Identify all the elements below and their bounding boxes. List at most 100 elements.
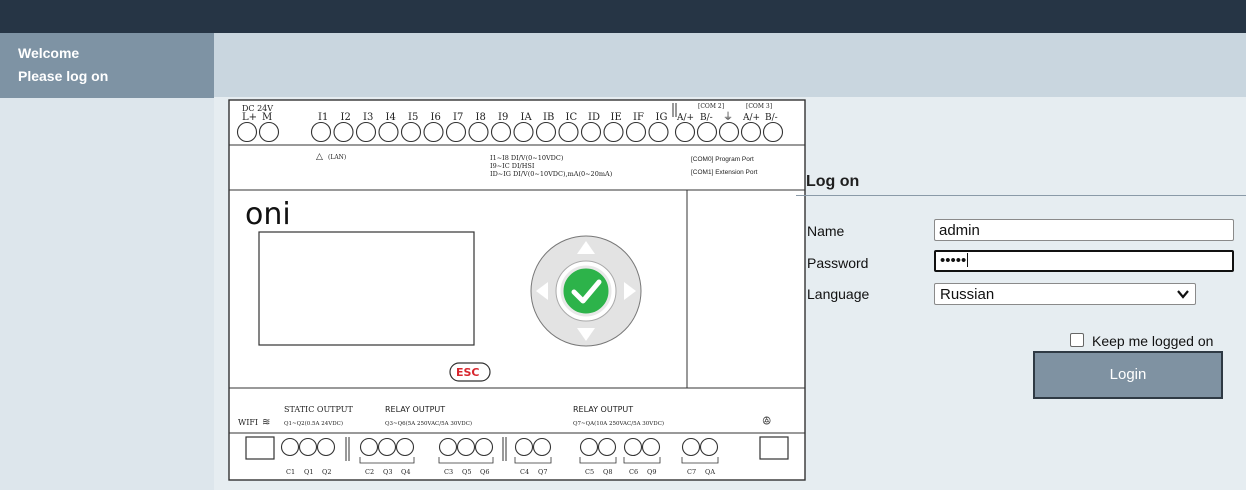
terminal-screw-icon <box>740 121 762 143</box>
terminal-screw-icon <box>513 121 534 143</box>
input-terminal-label: I4 <box>386 112 396 123</box>
output-terminal-screw-icon <box>359 437 379 457</box>
relay-output-title-2: RELAY OUTPUT <box>573 405 633 414</box>
output-terminal-screw-icon <box>681 437 701 457</box>
top-bar <box>0 0 1246 33</box>
static-output-title: STATIC OUTPUT <box>284 405 354 414</box>
output-terminal-label: C5 <box>585 468 594 476</box>
welcome-box: Welcome Please log on <box>0 33 214 98</box>
com3-a-pin: A/+ <box>742 113 760 123</box>
input-terminal-label: I6 <box>431 112 441 123</box>
terminal-screw-icon <box>378 121 399 143</box>
output-terminal-label: C1 <box>286 468 295 476</box>
name-input[interactable] <box>934 219 1234 241</box>
input-terminal-label: ID <box>588 112 600 123</box>
language-select[interactable]: Russian <box>934 283 1196 305</box>
output-terminal-label: C3 <box>444 468 453 476</box>
logon-divider <box>796 195 1246 196</box>
com2-b-pin: B/- <box>700 113 713 123</box>
com0-port-label: [COM0] Program Port <box>691 156 754 163</box>
d-pad <box>530 235 642 347</box>
login-button[interactable]: Login <box>1033 351 1223 399</box>
welcome-text: Welcome <box>18 45 80 61</box>
language-label: Language <box>807 286 870 302</box>
output-terminal-screw-icon <box>438 437 458 457</box>
keep-logged-on-checkbox[interactable] <box>1070 333 1084 347</box>
terminal-screw-icon <box>762 121 784 143</box>
output-terminal-screw-icon <box>597 437 617 457</box>
output-terminal-screw-icon <box>456 437 476 457</box>
logon-title: Log on <box>806 173 860 190</box>
terminal-screw-icon <box>625 121 647 143</box>
esc-label: ESC <box>456 366 480 379</box>
input-terminal-label: I7 <box>453 112 463 123</box>
terminal-screw-icon <box>236 121 258 143</box>
output-terminal-label: C7 <box>687 468 696 476</box>
name-label: Name <box>807 223 845 239</box>
oni-logo: oni <box>245 197 291 232</box>
output-terminal-screw-icon <box>699 437 719 457</box>
terminal-screw-icon <box>490 121 512 143</box>
terminal-screw-icon <box>355 121 377 143</box>
ok-button-icon <box>560 265 612 317</box>
input-terminal-label: IC <box>566 112 578 123</box>
terminal-screw-icon <box>468 121 489 143</box>
nfc-icon: ꔮ <box>762 414 771 428</box>
terminal-screw-icon <box>603 121 624 143</box>
terminal-screw-icon <box>423 121 444 143</box>
input-terminal-label: IB <box>543 112 554 123</box>
sidebar: Welcome Please log on <box>0 33 214 490</box>
output-terminal-screw-icon <box>532 437 552 457</box>
output-terminal-screw-icon <box>298 437 318 457</box>
com1-port-label: [COM1] Extension Port <box>691 169 758 176</box>
text-cursor <box>967 253 969 267</box>
output-terminal-screw-icon <box>623 437 643 457</box>
input-spec-2: I9~IC DI/HSI <box>490 162 535 170</box>
input-terminal-label: IA <box>521 112 533 123</box>
output-terminal-screw-icon <box>514 437 534 457</box>
header-strip <box>214 33 1246 97</box>
input-terminal-label: IF <box>633 112 644 123</box>
output-terminal-screw-icon <box>395 437 415 457</box>
terminal-screw-icon <box>580 121 602 143</box>
terminal-screw-icon <box>400 121 422 143</box>
input-terminal-label: I8 <box>476 112 486 123</box>
password-input[interactable]: ••••• <box>934 250 1234 272</box>
ground-icon: ⏚ <box>723 111 733 123</box>
input-spec-3: ID~IG DI/V(0~10VDC),mA(0~20mA) <box>490 170 613 178</box>
output-terminal-label: Q3 <box>383 468 392 476</box>
static-output-spec: Q1~Q2(0.5A 24VDC) <box>284 420 343 427</box>
input-terminal-label: IG <box>656 112 668 123</box>
password-label: Password <box>807 255 869 271</box>
output-terminal-label: Q4 <box>401 468 410 476</box>
please-log-on-text: Please log on <box>18 68 109 84</box>
terminal-screw-icon <box>558 121 579 143</box>
keep-logged-on-row[interactable]: Keep me logged on <box>1070 333 1213 349</box>
terminal-screw-icon <box>445 121 467 143</box>
terminal-screw-icon <box>648 121 669 143</box>
terminal-screw-icon <box>310 121 332 143</box>
output-terminal-screw-icon <box>377 437 397 457</box>
com3-label: [COM 3] <box>746 103 772 110</box>
input-terminal-label: I2 <box>341 112 351 123</box>
output-terminal-label: C2 <box>365 468 374 476</box>
keep-logged-on-label: Keep me logged on <box>1092 333 1214 349</box>
com2-a-pin: A/+ <box>676 113 694 123</box>
input-terminal-label: IE <box>611 112 622 123</box>
com2-label: [COM 2] <box>698 103 724 110</box>
output-terminal-screw-icon <box>579 437 599 457</box>
relay-output-title-1: RELAY OUTPUT <box>385 405 445 414</box>
output-terminal-screw-icon <box>641 437 661 457</box>
output-terminal-label: C4 <box>520 468 529 476</box>
lan-triangle-icon: △ <box>316 152 323 162</box>
output-terminal-screw-icon <box>474 437 494 457</box>
output-terminal-label: QA <box>705 468 715 476</box>
input-spec-1: I1~I8 DI/V(0~10VDC) <box>490 154 564 162</box>
language-value: Russian <box>940 286 995 303</box>
output-terminal-label: Q7 <box>538 468 547 476</box>
wifi-icon: ≋ <box>262 417 270 428</box>
main-area: DC 24V L+ M I1 I2 I3 I4 I5 I6 I7 I8 I9 IA IB IC ID IE… <box>214 97 1246 490</box>
lcd-screen <box>258 231 475 346</box>
relay-output-spec-1: Q3~Q6(5A 250VAC/5A 30VDC) <box>385 420 472 427</box>
output-terminal-screw-icon <box>280 437 300 457</box>
